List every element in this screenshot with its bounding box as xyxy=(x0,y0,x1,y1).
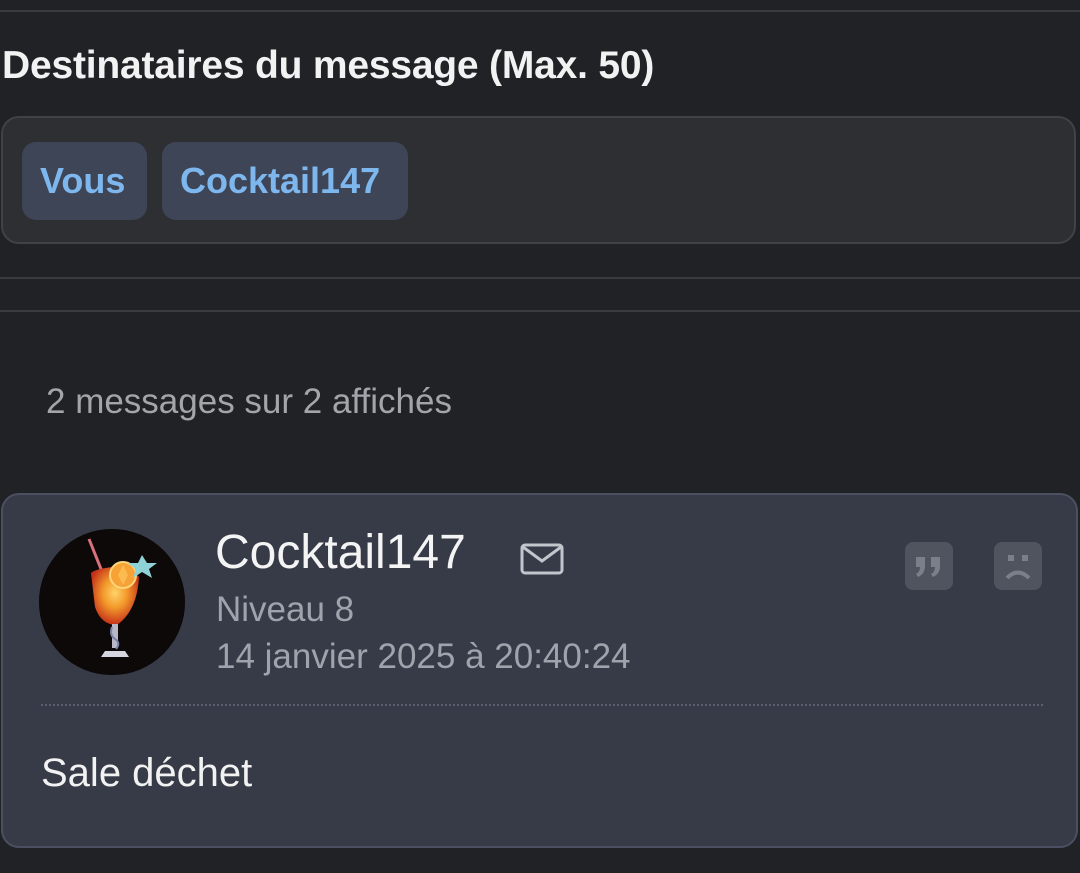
section-divider-2 xyxy=(0,310,1080,312)
recipient-chip-cocktail147[interactable]: Cocktail147 xyxy=(162,142,408,220)
author-name[interactable]: Cocktail147 xyxy=(215,525,466,580)
author-level: Niveau 8 xyxy=(216,590,355,629)
cocktail-glass-icon xyxy=(39,529,185,675)
section-divider xyxy=(0,277,1080,279)
quote-icon xyxy=(916,557,940,577)
report-button[interactable] xyxy=(994,542,1042,590)
message-divider xyxy=(41,704,1043,706)
recipients-box: Vous Cocktail147 xyxy=(1,116,1076,244)
recipients-title: Destinataires du message (Max. 50) xyxy=(2,44,655,87)
message-count: 2 messages sur 2 affichés xyxy=(46,382,452,421)
envelope-icon[interactable] xyxy=(520,543,564,575)
message-card: Cocktail147 Niveau 8 14 janvier 2025 à 2… xyxy=(1,493,1078,848)
quote-button[interactable] xyxy=(905,542,953,590)
message-body: Sale déchet xyxy=(41,751,253,795)
recipient-chip-you[interactable]: Vous xyxy=(22,142,147,220)
author-avatar[interactable] xyxy=(39,529,185,675)
top-divider xyxy=(0,10,1080,12)
sad-face-icon xyxy=(1005,555,1031,580)
message-date: 14 janvier 2025 à 20:40:24 xyxy=(216,637,631,676)
